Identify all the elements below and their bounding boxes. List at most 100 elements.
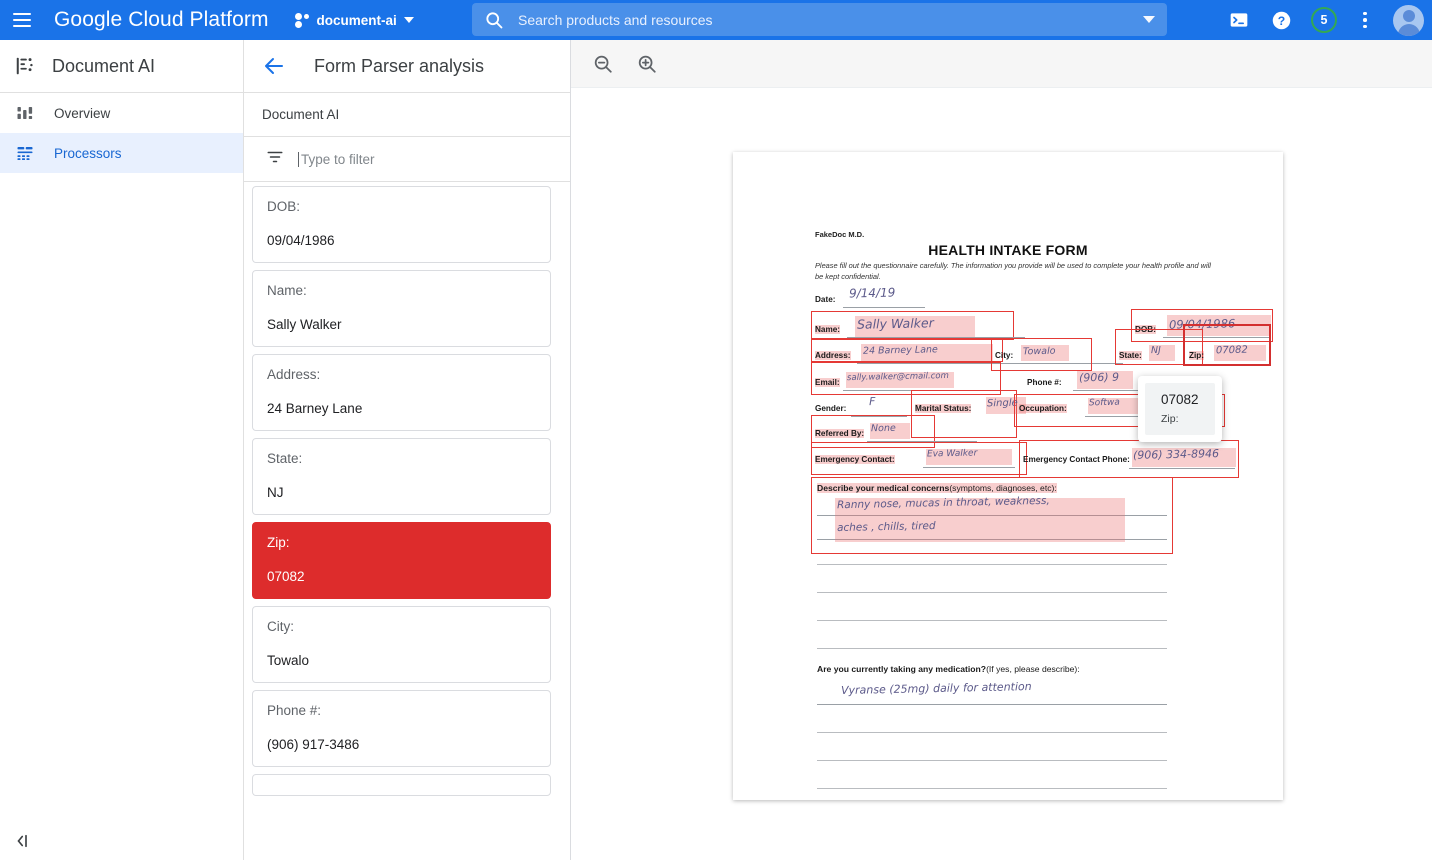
field-card-zip[interactable]: Zip: 07082 (252, 522, 551, 599)
field-key: Phone #: (267, 703, 536, 718)
field-card-state[interactable]: State: NJ (252, 438, 551, 515)
field-value: 07082 (267, 569, 536, 584)
doc-value-gender: F (869, 395, 876, 408)
tooltip-key: Zip: (1161, 413, 1199, 425)
product-title-row: Document AI (0, 40, 243, 93)
search-icon (484, 10, 504, 30)
document-page[interactable]: FakeDoc M.D. HEALTH INTAKE FORM Please f… (733, 152, 1283, 800)
dashboard-icon (14, 102, 36, 124)
field-value: Towalo (267, 653, 536, 668)
doc-hint-medication: (If yes, please describe): (986, 664, 1080, 674)
doc-value-occupation: Softwa (1089, 398, 1120, 409)
terminal-icon[interactable] (1227, 8, 1251, 32)
panel-header: Form Parser analysis (244, 40, 570, 93)
left-navigation: Document AI Overview Processors (0, 40, 244, 860)
field-key: Name: (267, 283, 536, 298)
viewer-toolbar (571, 40, 1432, 88)
doc-label-state: State: (1119, 351, 1142, 360)
sidebar-item-label: Overview (54, 106, 110, 121)
doc-value-address: 24 Barney Lane (863, 344, 938, 357)
user-avatar-icon[interactable] (1393, 5, 1424, 36)
document-ai-logo-icon (14, 55, 36, 77)
field-value: 24 Barney Lane (267, 401, 536, 416)
brand-title: Google Cloud Platform (54, 8, 269, 32)
sidebar-item-overview[interactable]: Overview (0, 93, 243, 133)
product-title: Document AI (52, 56, 155, 77)
search-input[interactable] (518, 12, 1143, 28)
doc-label-date: Date: (815, 295, 835, 304)
doc-value-state: NJ (1151, 345, 1161, 356)
project-name: document-ai (317, 13, 397, 28)
field-card-city[interactable]: City: Towalo (252, 606, 551, 683)
field-tooltip: 07082 Zip: (1138, 376, 1222, 442)
doc-label-name: Name: (815, 325, 840, 334)
doc-label-referred: Referred By: (815, 429, 864, 438)
project-dots-icon (295, 13, 310, 27)
chevron-down-icon (404, 17, 414, 23)
doc-label-phone: Phone #: (1027, 378, 1062, 387)
field-card-next-partial[interactable] (252, 774, 551, 796)
filter-input[interactable] (298, 152, 570, 167)
doc-label-email: Email: (815, 378, 840, 387)
breadcrumb[interactable]: Document AI (244, 93, 570, 137)
field-card-address[interactable]: Address: 24 Barney Lane (252, 354, 551, 431)
doc-value-concerns-line1: Ranny nose, mucas in throat, weakness, (837, 495, 1050, 511)
field-key: State: (267, 451, 536, 466)
field-value: Sally Walker (267, 317, 536, 332)
doc-hint-concerns: (symptoms, diagnoses, etc): (949, 483, 1056, 493)
filter-list-icon (266, 148, 284, 171)
collapse-panel-icon[interactable] (10, 828, 36, 854)
doc-value-zip: 07082 (1216, 345, 1248, 357)
field-card-phone[interactable]: Phone #: (906) 917-3486 (252, 690, 551, 767)
doc-instructions: Please fill out the questionnaire carefu… (815, 260, 1215, 283)
doc-label-emergency-phone: Emergency Contact Phone: (1023, 455, 1130, 464)
tooltip-value: 07082 (1161, 392, 1199, 407)
doc-label-emergency: Emergency Contact: (815, 455, 895, 464)
doc-value-referred: None (871, 423, 896, 435)
field-key: Address: (267, 367, 536, 382)
doc-value-city: Towalo (1023, 346, 1056, 358)
field-key: DOB: (267, 199, 536, 214)
hamburger-menu-icon[interactable] (0, 0, 44, 40)
zoom-out-icon[interactable] (589, 50, 617, 78)
field-card-name[interactable]: Name: Sally Walker (252, 270, 551, 347)
doc-label-occupation: Occupation: (1019, 404, 1067, 413)
search-expand-chevron-icon[interactable] (1143, 16, 1155, 23)
field-card-dob[interactable]: DOB: 09/04/1986 (252, 186, 551, 263)
project-selector[interactable]: document-ai (295, 13, 414, 28)
sidebar-item-processors[interactable]: Processors (0, 133, 243, 173)
doc-value-emergency-phone: (906) 334-8946 (1133, 447, 1219, 462)
form-fields-panel: Form Parser analysis Document AI DOB: 09… (244, 40, 571, 860)
kebab-menu-icon[interactable] (1355, 9, 1375, 31)
help-circle-icon[interactable]: ? (1269, 8, 1293, 32)
processors-grid-icon (14, 142, 36, 164)
doc-value-date: 9/14/19 (849, 286, 896, 301)
document-viewer: FakeDoc M.D. HEALTH INTAKE FORM Please f… (571, 40, 1432, 860)
doc-value-phone: (906) 9 (1079, 371, 1119, 385)
field-value: (906) 917-3486 (267, 737, 536, 752)
notification-badge[interactable]: 5 (1311, 7, 1337, 33)
zoom-in-icon[interactable] (633, 50, 661, 78)
doc-label-city: City: (995, 351, 1013, 360)
doc-label-medication: Are you currently taking any medication? (817, 664, 986, 674)
doc-label-gender: Gender: (815, 404, 846, 413)
viewer-stage[interactable]: FakeDoc M.D. HEALTH INTAKE FORM Please f… (571, 88, 1432, 860)
field-value: 09/04/1986 (267, 233, 536, 248)
doc-clinic-name: FakeDoc M.D. (815, 230, 864, 239)
arrow-back-icon[interactable] (262, 54, 286, 78)
doc-label-zip: Zip: (1189, 351, 1204, 360)
header-actions: ? 5 (1227, 0, 1424, 40)
doc-label-concerns: Describe your medical concerns (817, 483, 949, 493)
doc-title: HEALTH INTAKE FORM (733, 242, 1283, 258)
field-value: NJ (267, 485, 536, 500)
filter-row (244, 137, 570, 182)
svg-text:?: ? (1277, 13, 1284, 27)
field-key: Zip: (267, 535, 536, 550)
doc-value-name: Sally Walker (857, 315, 934, 332)
global-header: Google Cloud Platform document-ai ? 5 (0, 0, 1432, 40)
doc-value-email: sally.walker@cmail.com (847, 371, 949, 383)
search-bar[interactable] (472, 3, 1167, 36)
field-card-list[interactable]: DOB: 09/04/1986 Name: Sally Walker Addre… (244, 182, 571, 860)
sidebar-item-label: Processors (54, 146, 122, 161)
doc-label-address: Address: (815, 351, 851, 360)
